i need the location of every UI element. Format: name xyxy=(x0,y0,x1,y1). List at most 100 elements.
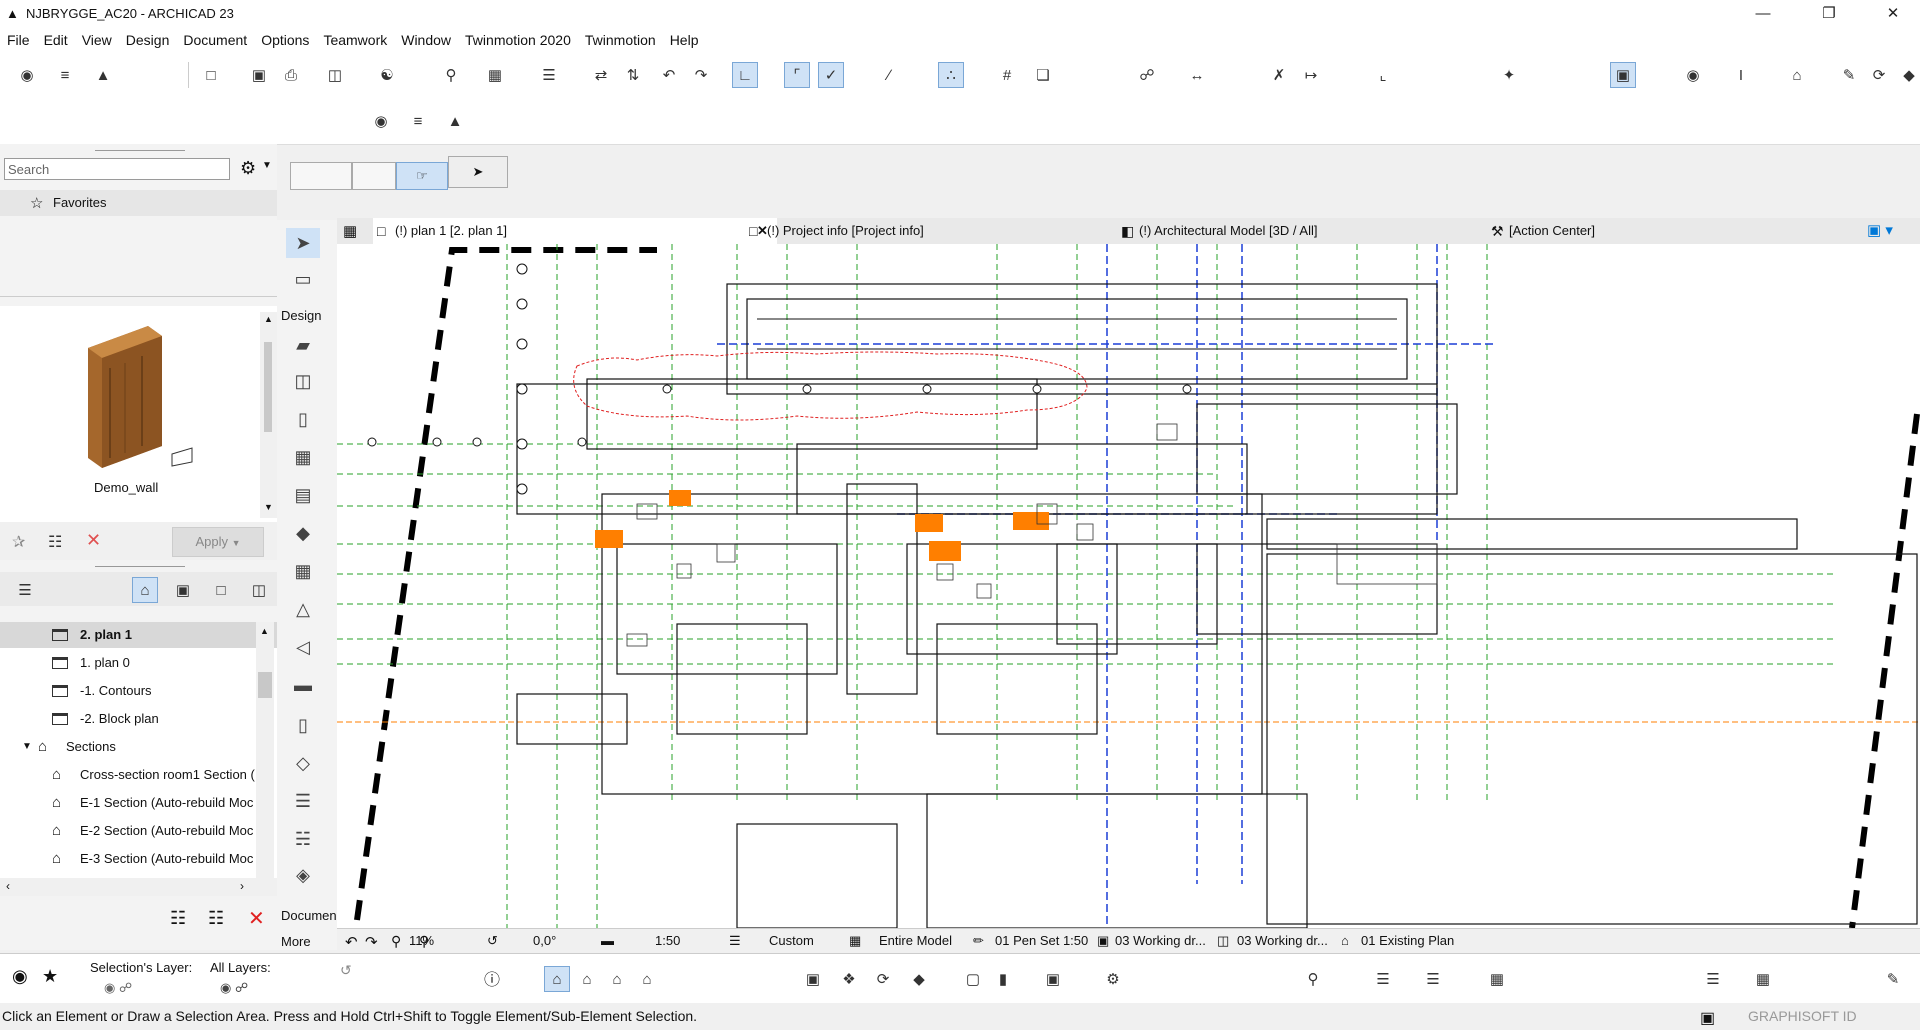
menu-design[interactable]: Design xyxy=(119,28,177,48)
table-icon[interactable]: ▦ xyxy=(1484,966,1510,992)
layers-icon[interactable]: ≡ xyxy=(52,62,78,88)
floor-plan-display-icon[interactable]: ⌂ xyxy=(544,966,570,992)
window-tool[interactable]: ▯ xyxy=(286,404,320,434)
stair-tool[interactable]: ▤ xyxy=(286,480,320,510)
pencil-icon[interactable]: ✎ xyxy=(1836,62,1862,88)
roof-tool[interactable]: △ xyxy=(286,594,320,624)
chevron-down-icon[interactable]: ▼ xyxy=(262,160,272,171)
story-item[interactable]: 2. plan 1 xyxy=(0,622,277,648)
layer-settings-icon[interactable]: ★ xyxy=(42,966,58,987)
stack-icon[interactable]: ☰ xyxy=(1370,966,1396,992)
door-tool[interactable]: ◫ xyxy=(286,366,320,396)
zone-tool[interactable]: ◈ xyxy=(286,860,320,890)
new-file-icon[interactable]: □ xyxy=(198,62,224,88)
delete-view-icon[interactable]: ✕ xyxy=(248,906,265,931)
column-tool[interactable]: ▯ xyxy=(286,710,320,740)
magic-wand-icon[interactable]: ✦ xyxy=(1496,62,1522,88)
eye-icon[interactable]: ◉ ☍ xyxy=(104,980,132,996)
dimension-icon[interactable]: ↔ xyxy=(1184,62,1210,88)
print-icon[interactable]: ⎙ xyxy=(278,62,304,88)
zoom-in-icon[interactable]: ⚲ xyxy=(391,933,401,950)
tab-overview-icon[interactable]: ▦ xyxy=(343,222,357,240)
view-map-tab[interactable]: ▣ xyxy=(170,577,196,603)
group-icon[interactable]: ▣ xyxy=(1040,966,1066,992)
rotate-view-icon[interactable]: ↺ xyxy=(487,933,498,949)
settings-3d-icon[interactable]: ⚙ xyxy=(1100,966,1126,992)
layout-book-tab[interactable]: □ xyxy=(208,577,234,603)
layer-stack-icon[interactable]: ☰ xyxy=(536,62,562,88)
graphic-override[interactable]: 03 Working dr... xyxy=(1115,933,1206,948)
floor-plan-canvas[interactable] xyxy=(337,244,1920,928)
windows-menu-icon[interactable]: ▣ ▾ xyxy=(1867,221,1893,239)
tab-project-info[interactable]: □ (!) Project info [Project info] xyxy=(745,218,1045,244)
menu-view[interactable]: View xyxy=(75,28,119,48)
merge-icon[interactable]: ❖ xyxy=(836,966,862,992)
sections-group[interactable]: ▼ ⌂ Sections xyxy=(0,734,277,760)
tab-3d-model[interactable]: ◧ (!) Architectural Model [3D / All] xyxy=(1117,218,1417,244)
teamwork-send-icon[interactable]: ⇄ xyxy=(588,62,614,88)
scale-value[interactable]: 1:50 xyxy=(655,933,680,948)
box-icon[interactable]: ▣ xyxy=(800,966,826,992)
eye-icon[interactable]: ◉ xyxy=(12,966,28,987)
save-icon[interactable]: ▣ xyxy=(246,62,272,88)
fillet-icon[interactable]: ⌞ xyxy=(1370,62,1396,88)
hand-tool-icon[interactable]: ☞ xyxy=(396,162,448,190)
pen-set[interactable]: 01 Pen Set 1:50 xyxy=(995,933,1088,948)
refresh-icon[interactable]: ↺ xyxy=(340,962,352,979)
3d-display-icon[interactable]: ⌂ xyxy=(604,966,630,992)
search-input[interactable]: Search xyxy=(4,158,230,180)
tree-hscrollbar[interactable]: ‹ › xyxy=(0,878,277,896)
object-tool[interactable]: ▦ xyxy=(286,442,320,472)
sync-icon[interactable]: ⟳ xyxy=(1866,62,1892,88)
menu-options[interactable]: Options xyxy=(254,28,316,48)
menu-twinmotion[interactable]: Twinmotion xyxy=(578,28,663,48)
section-item[interactable]: ⌂ E-1 Section (Auto-rebuild Moc xyxy=(0,790,277,816)
snap-points-icon[interactable]: ✓ xyxy=(818,62,844,88)
section-item[interactable]: ⌂ E-2 Section (Auto-rebuild Moc xyxy=(0,818,277,844)
renovation-filter[interactable]: 01 Existing Plan xyxy=(1361,933,1454,948)
menu-window[interactable]: Window xyxy=(394,28,458,48)
wall-tool[interactable]: ▰ xyxy=(286,330,320,360)
preview-scrollbar[interactable] xyxy=(264,342,272,432)
add-favorite-icon[interactable]: ✰ xyxy=(12,532,25,552)
marquee-tool[interactable]: ▭ xyxy=(286,264,320,294)
story-item[interactable]: 1. plan 0 xyxy=(0,650,277,676)
mark-up-icon[interactable]: ⌂ xyxy=(634,966,660,992)
layer-combination[interactable]: Custom xyxy=(769,933,814,948)
curtain-wall-tool[interactable]: ▦ xyxy=(286,556,320,586)
layers-icon[interactable]: ≡ xyxy=(405,108,431,134)
more-section-label[interactable]: More xyxy=(281,934,311,949)
eye-icon[interactable]: ◉ xyxy=(368,108,394,134)
teamwork-icon[interactable]: ☯ xyxy=(374,62,400,88)
mesh-tool[interactable]: ◇ xyxy=(286,748,320,778)
orientation-angle[interactable]: 0,0° xyxy=(533,933,556,948)
graphisoft-id[interactable]: GRAPHISOFT ID xyxy=(1748,1008,1857,1024)
eye-icon[interactable]: ◉ ☍ xyxy=(220,980,248,996)
trace-icon[interactable]: ▣ xyxy=(1610,62,1636,88)
minimize-button[interactable]: — xyxy=(1740,0,1786,28)
graduation-cap-icon[interactable]: ▲ xyxy=(90,62,116,88)
distribute-icon[interactable]: ▦ xyxy=(1750,966,1776,992)
teamwork-receive-icon[interactable]: ⇅ xyxy=(620,62,646,88)
tab-action-center[interactable]: ⚒ [Action Center] xyxy=(1487,218,1687,244)
project-map-tab[interactable]: ⌂ xyxy=(132,577,158,603)
align-icon[interactable]: ☰ xyxy=(1700,966,1726,992)
adjust-icon[interactable]: ↦ xyxy=(1298,62,1324,88)
tilt-icon[interactable]: ◆ xyxy=(906,966,932,992)
roof-icon[interactable]: ⌂ xyxy=(1784,62,1810,88)
section-item[interactable]: ⌂ Cross-section room1 Section ( xyxy=(0,762,277,788)
menu-help[interactable]: Help xyxy=(663,28,706,48)
trim-icon[interactable]: ✗ xyxy=(1266,62,1292,88)
chevron-down-icon[interactable]: ▼ xyxy=(22,734,32,760)
menu-edit[interactable]: Edit xyxy=(37,28,75,48)
marquee-shape[interactable] xyxy=(352,162,396,190)
structure-display[interactable]: Entire Model xyxy=(879,933,952,948)
arrow-tool[interactable]: ➤ xyxy=(286,228,320,258)
apply-button[interactable]: Apply ▼ xyxy=(172,527,264,557)
maximize-button[interactable]: ❐ xyxy=(1806,0,1852,28)
redo-view-icon[interactable]: ↷ xyxy=(365,933,378,951)
graduation-cap-icon[interactable]: ▲ xyxy=(442,108,468,134)
layers-stack-icon[interactable]: ☰ xyxy=(1420,966,1446,992)
rotate-icon[interactable]: ⟳ xyxy=(870,966,896,992)
new-favorite-icon[interactable]: ☷ xyxy=(48,532,62,552)
